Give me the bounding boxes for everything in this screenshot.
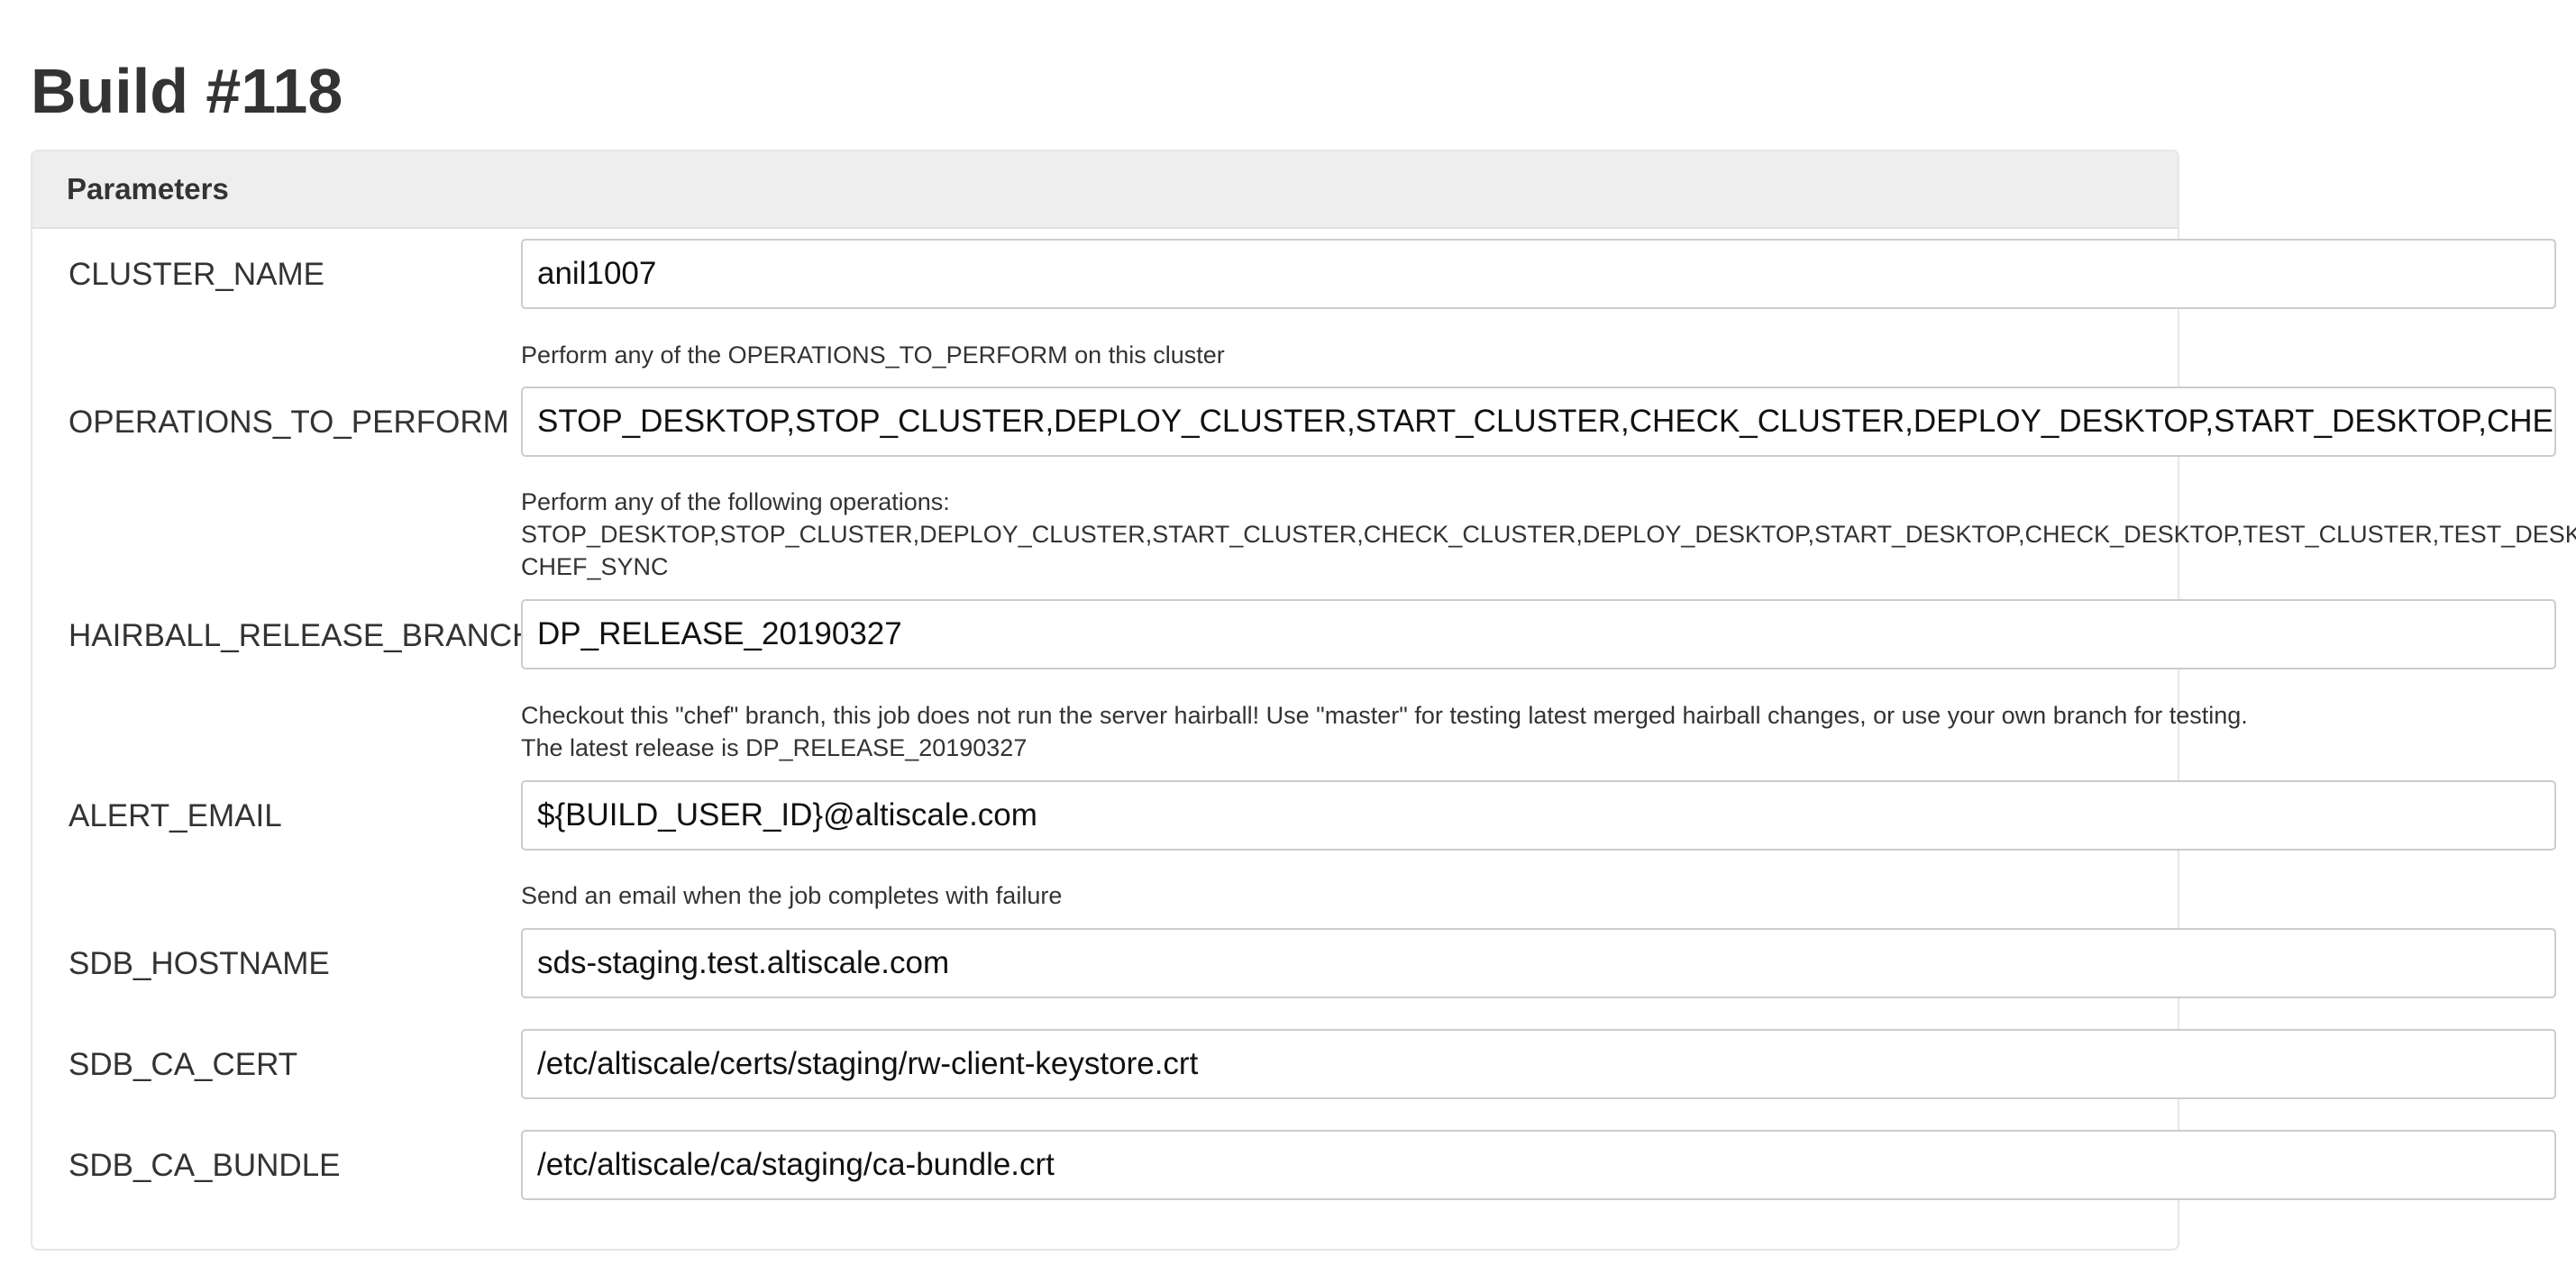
param-desc-cluster-name: Perform any of the OPERATIONS_TO_PERFORM…	[521, 341, 1225, 369]
operations-to-perform-input-value: STOP_DESKTOP,STOP_CLUSTER,DEPLOY_CLUSTER…	[537, 404, 2556, 439]
param-desc-operations-line-1: Perform any of the following operations:	[521, 488, 950, 515]
operations-to-perform-input[interactable]: STOP_DESKTOP,STOP_CLUSTER,DEPLOY_CLUSTER…	[521, 387, 2556, 457]
panel-heading: Parameters	[32, 151, 2178, 229]
param-desc-alert-email: Send an email when the job completes wit…	[521, 882, 1063, 909]
hairball-release-branch-input[interactable]: DP_RELEASE_20190327	[521, 599, 2556, 669]
panel-heading-title: Parameters	[67, 172, 229, 205]
alert-email-input[interactable]: ${BUILD_USER_ID}@altiscale.com	[521, 780, 2556, 851]
sdb-ca-bundle-input[interactable]: /etc/altiscale/ca/staging/ca-bundle.crt	[521, 1130, 2556, 1200]
param-desc-operations-line-2: STOP_DESKTOP,STOP_CLUSTER,DEPLOY_CLUSTER…	[521, 521, 2576, 548]
param-label-cluster-name: CLUSTER_NAME	[69, 257, 324, 292]
hairball-release-branch-input-value: DP_RELEASE_20190327	[537, 616, 902, 651]
sdb-ca-bundle-input-value: /etc/altiscale/ca/staging/ca-bundle.crt	[537, 1147, 1055, 1182]
param-label-alert-email: ALERT_EMAIL	[69, 798, 282, 833]
cluster-name-input[interactable]: anil1007	[521, 239, 2556, 309]
sdb-hostname-input-value: sds-staging.test.altiscale.com	[537, 945, 950, 980]
param-desc-hairball-line-1: Checkout this "chef" branch, this job do…	[521, 702, 2248, 729]
param-label-sdb-ca-bundle: SDB_CA_BUNDLE	[69, 1148, 341, 1183]
sdb-ca-cert-input-value: /etc/altiscale/certs/staging/rw-client-k…	[537, 1046, 1199, 1081]
sdb-hostname-input[interactable]: sds-staging.test.altiscale.com	[521, 928, 2556, 998]
param-desc-operations-line-3: CHEF_SYNC	[521, 553, 669, 580]
param-label-sdb-hostname: SDB_HOSTNAME	[69, 946, 330, 981]
param-label-hairball-release-branch: HAIRBALL_RELEASE_BRANCH	[69, 618, 535, 653]
sdb-ca-cert-input[interactable]: /etc/altiscale/certs/staging/rw-client-k…	[521, 1029, 2556, 1099]
param-label-sdb-ca-cert: SDB_CA_CERT	[69, 1047, 298, 1082]
alert-email-input-value: ${BUILD_USER_ID}@altiscale.com	[537, 797, 1037, 833]
param-label-operations-to-perform: OPERATIONS_TO_PERFORM	[69, 405, 509, 440]
param-desc-hairball-line-2: The latest release is DP_RELEASE_2019032…	[521, 734, 1028, 761]
cluster-name-input-value: anil1007	[537, 256, 657, 291]
page-title: Build #118	[31, 56, 343, 126]
